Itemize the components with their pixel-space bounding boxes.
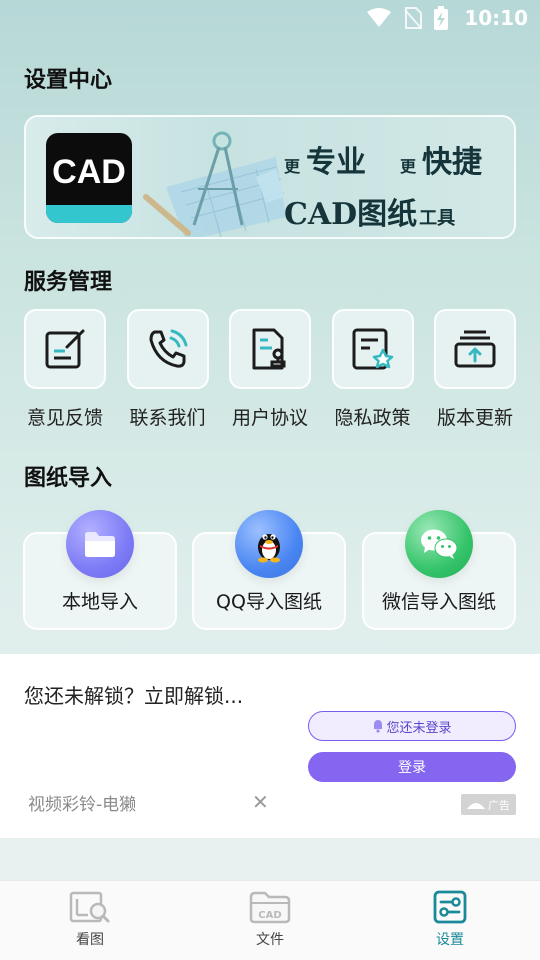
services-grid: 意见反馈 联系我们 用户协议 隐私政策 版本更新 (24, 309, 516, 430)
slogan-prefix-2: 更 (400, 157, 417, 176)
feedback-edit-icon (45, 329, 85, 369)
nav-settings[interactable]: 设置 (390, 889, 510, 949)
cad-folder-icon: CAD (249, 891, 291, 924)
close-icon[interactable]: ✕ (252, 790, 269, 814)
service-label: 版本更新 (436, 407, 513, 429)
version-update-icon (454, 330, 496, 368)
svg-text:CAD: CAD (258, 910, 281, 921)
services-section-title: 服务管理 (24, 270, 113, 295)
import-qq-label: QQ导入图纸 (216, 591, 322, 613)
status-time: 10:10 (464, 6, 528, 30)
import-local-label: 本地导入 (61, 591, 138, 613)
service-label: 用户协议 (231, 407, 308, 429)
import-section-title: 图纸导入 (24, 466, 113, 491)
battery-charging-icon (434, 6, 449, 30)
ad-source: 视频彩铃-电獭 (28, 795, 137, 815)
nav-label-settings: 设置 (436, 932, 464, 948)
import-wechat-label: 微信导入图纸 (381, 591, 496, 613)
no-sim-icon (404, 7, 423, 29)
view-drawing-icon (69, 891, 110, 923)
ad-tag-label: 广告 (488, 798, 510, 812)
settings-sliders-icon (433, 890, 467, 924)
slogan-line2-main: CAD图纸 (284, 197, 418, 232)
phone-call-icon (149, 329, 187, 368)
import-qq-card[interactable]: QQ导入图纸 (192, 510, 346, 630)
slogan-word-2: 快捷 (422, 145, 483, 180)
cad-app-logo: CAD (46, 133, 132, 223)
nav-files[interactable]: CAD 文件 (210, 889, 330, 949)
service-tile[interactable] (331, 309, 414, 389)
import-local-card[interactable]: 本地导入 (23, 510, 177, 630)
service-agreement[interactable]: 用户协议 (229, 309, 311, 430)
login-button[interactable]: 登录 (308, 752, 516, 782)
import-local-circle (66, 510, 134, 578)
not-logged-in-label: 您还未登录 (386, 720, 452, 736)
ad-tag: 广告 (461, 794, 516, 815)
not-logged-in-button[interactable]: 您还未登录 (308, 711, 516, 741)
wifi-icon (367, 8, 392, 27)
wechat-icon (421, 529, 458, 559)
ad-network-icon (467, 802, 485, 809)
drafting-tools-illustration (143, 131, 286, 237)
service-contact[interactable]: 联系我们 (126, 309, 209, 430)
service-label: 意见反馈 (26, 407, 103, 429)
service-label: 联系我们 (129, 407, 206, 429)
page-title: 设置中心 (24, 68, 113, 93)
import-wechat-circle (405, 510, 473, 578)
service-feedback[interactable]: 意见反馈 (24, 309, 106, 430)
service-tile[interactable] (229, 309, 311, 389)
privacy-policy-icon (352, 328, 393, 370)
nav-label-view: 看图 (76, 932, 104, 948)
nav-view[interactable]: 看图 (30, 889, 150, 949)
folder-icon (85, 532, 115, 557)
service-update[interactable]: 版本更新 (434, 309, 516, 430)
slogan-line2-tail: 工具 (419, 208, 456, 229)
user-agreement-icon (252, 328, 286, 370)
cad-logo-text: CAD (52, 153, 126, 191)
service-tile[interactable] (126, 309, 209, 389)
ad-title: 您还未解锁？立即解锁... (24, 684, 244, 708)
status-bar: 10:10 (0, 0, 540, 36)
service-tile[interactable] (24, 309, 106, 389)
bottom-nav: 看图 CAD 文件 设置 (0, 880, 540, 960)
ad-panel[interactable]: 您还未解锁？立即解锁... 您还未登录 登录 视频彩铃-电獭 ✕ 广告 (0, 654, 540, 838)
qq-penguin-icon (258, 534, 280, 563)
slogan-prefix-1: 更 (284, 157, 301, 176)
service-privacy[interactable]: 隐私政策 (331, 309, 414, 430)
import-wechat-card[interactable]: 微信导入图纸 (362, 510, 516, 630)
cad-logo-bar (46, 205, 132, 223)
import-qq-circle (235, 510, 303, 578)
bell-icon (374, 720, 383, 733)
nav-label-files: 文件 (256, 932, 284, 948)
status-icons: 10:10 (366, 6, 528, 30)
promo-banner[interactable]: CAD 更 专业 更 快捷 CAD图纸 工具 (24, 115, 516, 239)
service-tile[interactable] (434, 309, 516, 389)
banner-slogan: 更 专业 更 快捷 CAD图纸 工具 (284, 137, 482, 233)
slogan-word-1: 专业 (306, 145, 367, 180)
service-label: 隐私政策 (334, 407, 411, 429)
